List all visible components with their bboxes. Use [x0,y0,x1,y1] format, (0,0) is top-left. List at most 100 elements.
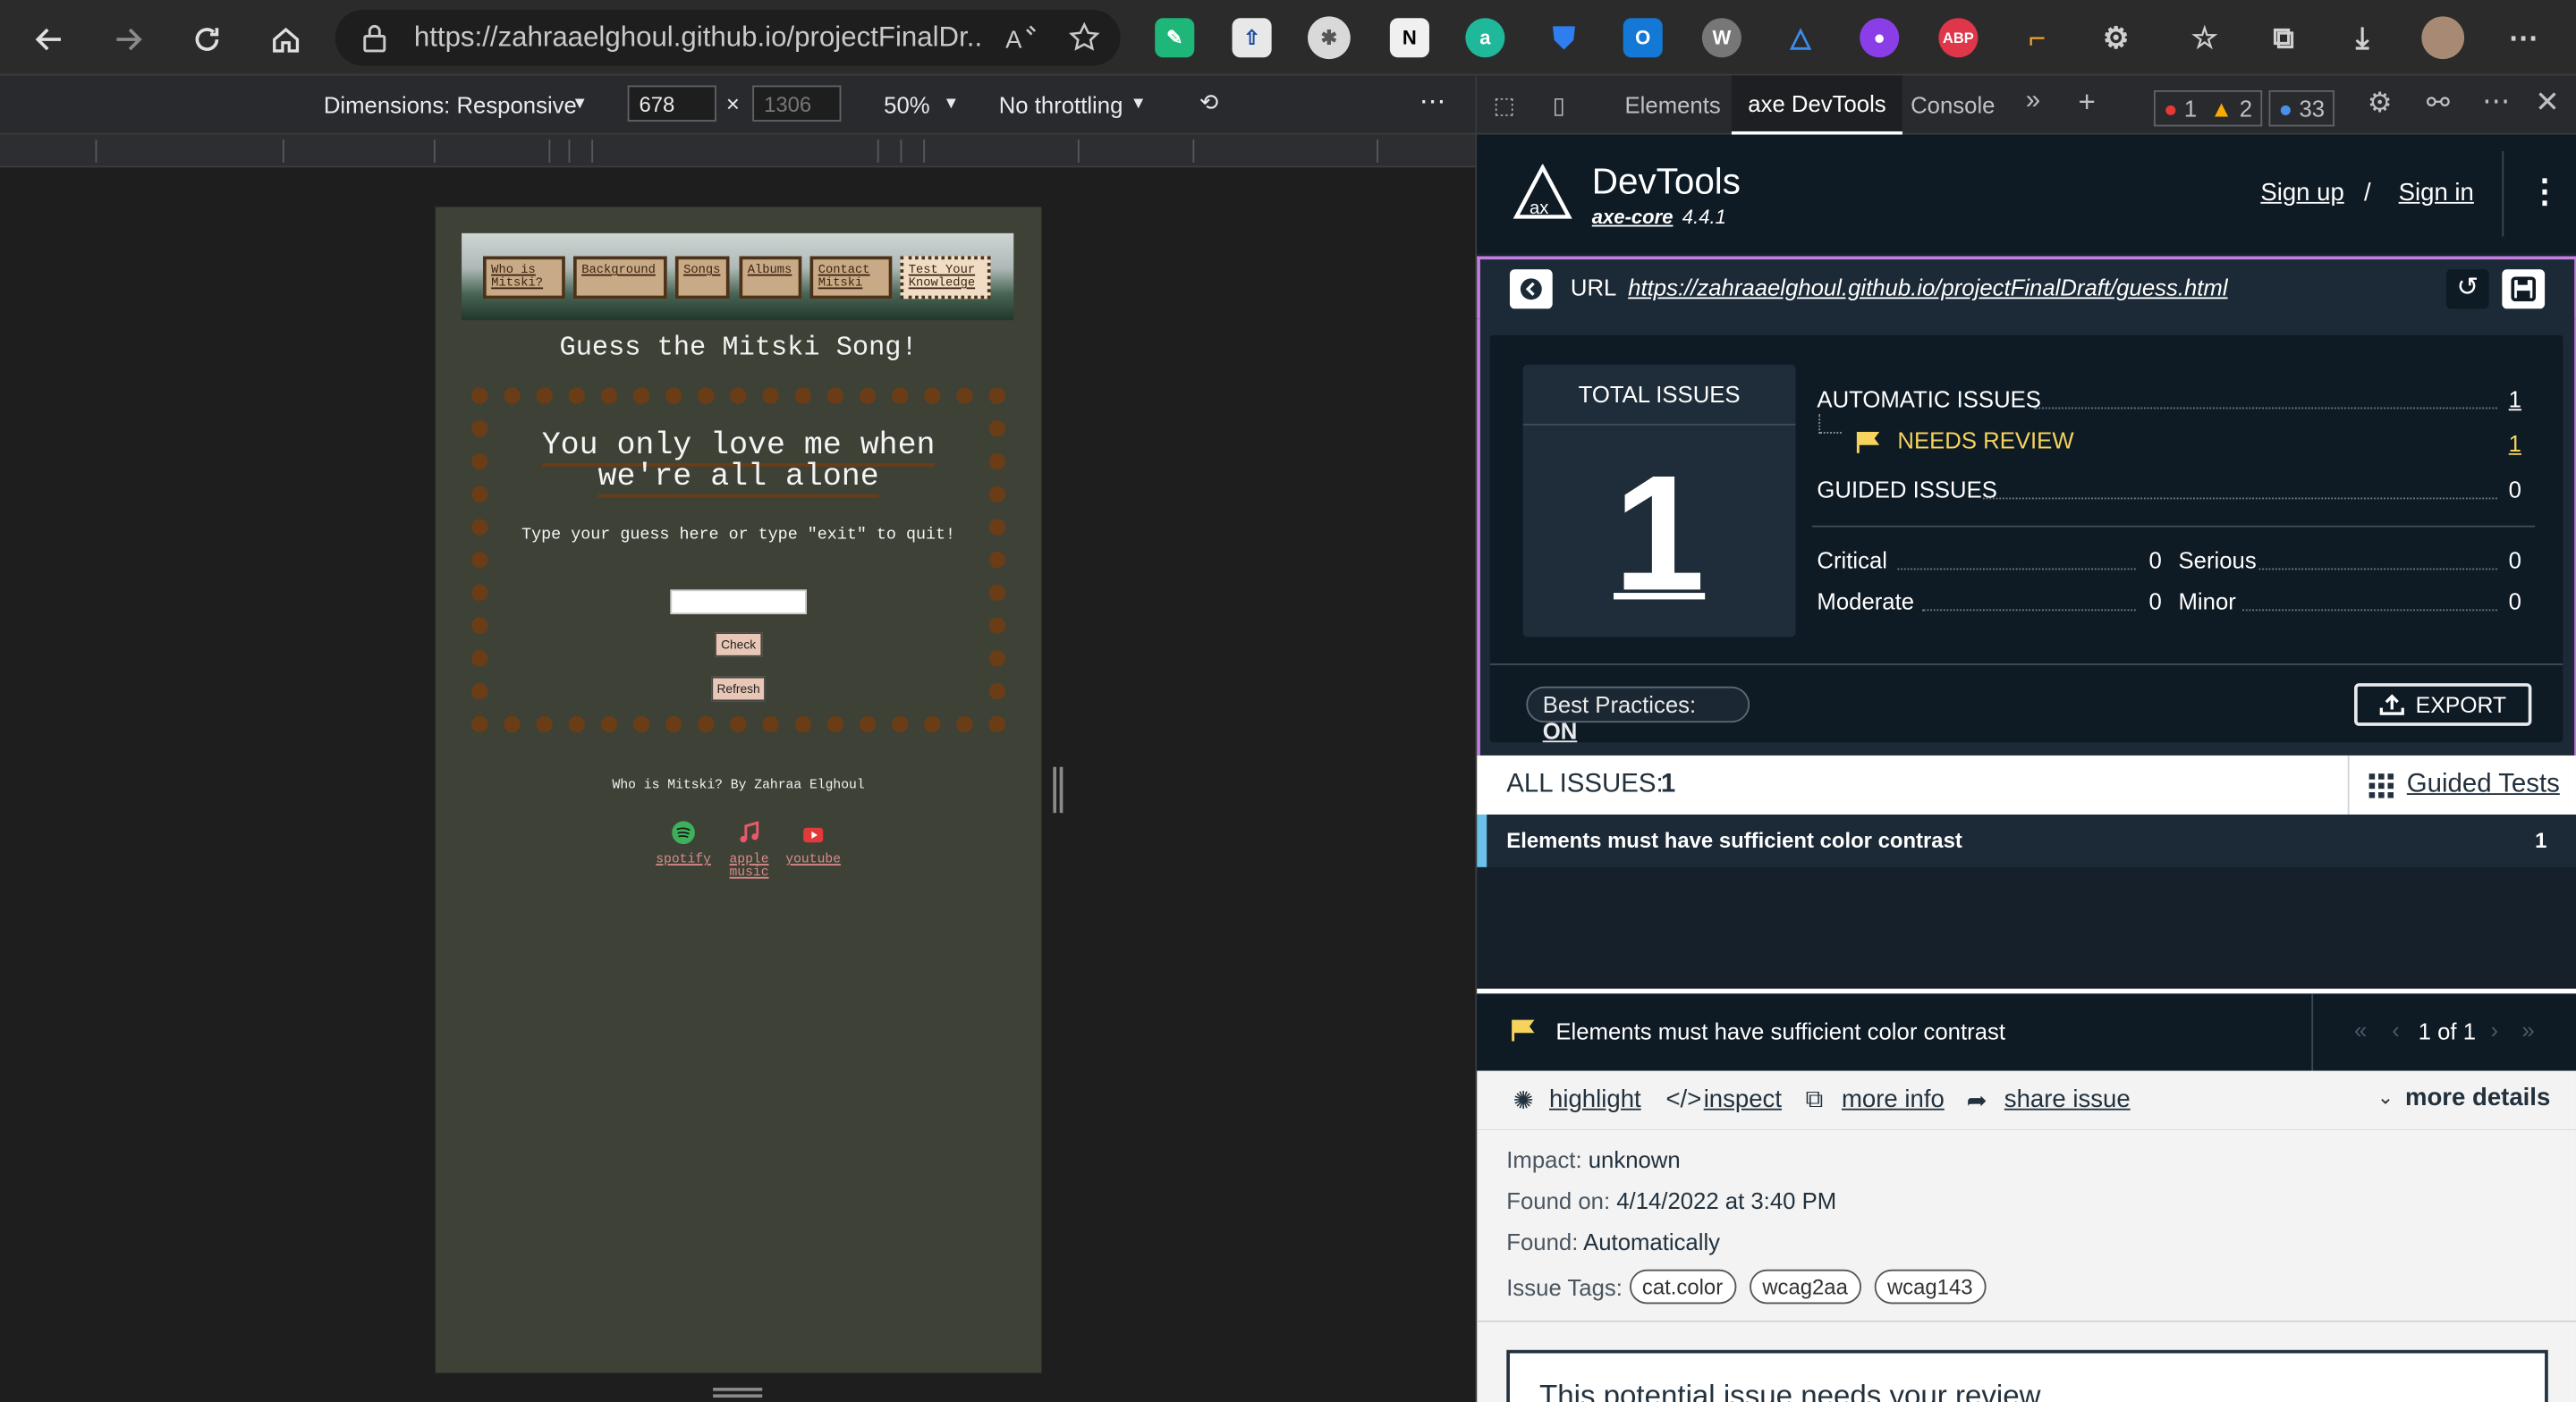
sign-in-link[interactable]: Sign in [2399,179,2474,207]
downloads-icon[interactable]: ⤓ [2343,18,2382,57]
more-options-icon[interactable]: ⋯ [2482,86,2510,119]
more-details-toggle[interactable]: more details [2405,1084,2550,1111]
inspect-link[interactable]: inspect [1704,1085,1782,1113]
collections-icon[interactable]: ⧉ [2264,18,2303,57]
tab-console[interactable]: Console [1911,92,1995,118]
extension-shield-icon[interactable]: ⛊ [1545,18,1584,57]
kebab-menu-icon[interactable]: ⋮ [2529,171,2562,212]
nav-link-background[interactable]: Background [573,256,667,300]
reload-icon[interactable] [181,13,233,66]
apple-music-link[interactable]: apple music [721,821,776,880]
device-emulation-icon[interactable]: ▯ [1553,92,1565,120]
width-input[interactable]: 678 [627,85,716,122]
share-issue-link[interactable]: share issue [2004,1085,2131,1113]
nav-link-who[interactable]: Who is Mitski? [482,256,565,300]
back-icon[interactable] [23,13,76,66]
avatar[interactable] [2421,16,2465,60]
extension-grammar-icon[interactable]: ✎ [1155,18,1195,58]
check-button[interactable]: Check [714,632,763,657]
axe-core-link[interactable]: axe-core [1592,206,1674,229]
throttle-select[interactable]: No throttling [999,92,1123,118]
add-favorite-icon[interactable] [1068,21,1101,55]
first-page-icon[interactable]: « [2354,1017,2367,1043]
bottom-resize-handle[interactable] [713,1388,763,1398]
extension-circle-icon[interactable]: ● [1860,18,1900,58]
more-options-icon[interactable]: ⋯ [1419,86,1445,119]
customize-icon[interactable]: ⚯ [2427,87,2450,120]
read-aloud-icon[interactable]: A [1005,23,1038,53]
nav-link-test[interactable]: Test Your Knowledge [900,256,991,300]
issue-list-item[interactable]: Elements must have sufficient color cont… [1477,815,2576,867]
add-tab-icon[interactable]: + [2078,86,2095,121]
prev-page-icon[interactable]: ‹ [2392,1017,2400,1043]
viewport-resize-handle[interactable] [1053,766,1063,814]
info-counter[interactable]: ● 33 [2268,90,2335,127]
dimensions-select[interactable]: Dimensions: Responsive [324,92,577,118]
tab-axe-devtools[interactable]: axe DevTools [1731,75,1903,135]
forward-icon[interactable] [102,13,155,66]
height-input[interactable]: 1306 [752,85,842,122]
export-button[interactable]: EXPORT [2354,683,2532,726]
notion-icon[interactable]: N [1389,18,1429,58]
guess-input[interactable] [670,589,807,614]
nav-link-songs[interactable]: Songs [674,256,730,300]
back-arrow-icon[interactable] [1509,269,1553,309]
nav-link-albums[interactable]: Albums [739,256,802,300]
settings-icon[interactable]: ⚙ [2368,87,2393,120]
save-icon[interactable] [2502,269,2546,309]
inspect-element-icon[interactable]: ⬚ [1494,92,1515,120]
nav-link-contact[interactable]: Contact Mitski [809,256,893,300]
lyric-prompt: You only love me when we're all alone [521,427,956,498]
issues-counter[interactable]: ● 1 ▲ 2 [2153,90,2263,127]
chevron-down-icon[interactable]: ▼ [943,96,959,114]
found-value: Automatically [1583,1228,1721,1255]
tab-elements[interactable]: Elements [1625,92,1721,118]
extension-triangle-icon[interactable]: △ [1781,18,1820,57]
extension-hammer-icon[interactable]: ⌐ [2018,18,2057,57]
spotify-link[interactable]: spotify [649,821,718,866]
home-icon[interactable] [259,13,312,66]
message-icon: ● [2278,95,2293,122]
rotate-icon[interactable]: ⟲ [1199,89,1219,116]
extensions-icon[interactable]: ⚙ [2097,18,2136,57]
chevron-down-icon[interactable]: ▼ [1131,96,1147,114]
close-devtools-icon[interactable]: ✕ [2535,86,2560,121]
automatic-issues-label: AUTOMATIC ISSUES [1817,385,2041,413]
warning-count: 2 [2239,95,2253,122]
total-issues-card: TOTAL ISSUES 1 [1522,364,1796,638]
rescan-icon[interactable]: ↺ [2445,269,2489,309]
extension-a-icon[interactable]: a [1465,18,1505,58]
address-bar[interactable]: https://zahraaelghoul.github.io/projectF… [335,10,1121,66]
adblock-plus-icon[interactable]: ABP [1938,18,1979,58]
extension-upload-icon[interactable]: ⇧ [1232,18,1272,58]
spotify-icon [649,821,718,849]
favorites-icon[interactable]: ☆ [2185,18,2224,57]
more-tabs-icon[interactable]: » [2026,87,2040,116]
automatic-issues-value[interactable]: 1 [2509,386,2521,412]
scanned-url-link[interactable]: https://zahraaelghoul.github.io/projectF… [1628,274,2227,300]
more-info-link[interactable]: more info [1842,1085,1945,1113]
media-query-ruler[interactable] [0,134,1476,168]
last-page-icon[interactable]: » [2521,1017,2534,1043]
outlook-icon[interactable]: O [1623,18,1663,58]
serious-value: 0 [2508,546,2522,574]
best-practices-toggle[interactable]: Best Practices: ON [1526,686,1750,744]
warning-icon: ▲ [2209,95,2233,122]
guided-tests-link[interactable]: Guided Tests [2407,770,2560,799]
total-issues-value[interactable]: 1 [1523,443,1796,624]
sign-up-link[interactable]: Sign up [2260,179,2343,207]
lyric-text: You only love me when we're all alone [541,427,936,498]
chevron-down-icon[interactable]: ▼ [572,96,588,114]
refresh-button[interactable]: Refresh [711,676,766,702]
youtube-link[interactable]: youtube [780,821,845,866]
needs-review-value[interactable]: 1 [2509,430,2521,456]
flag-icon [1510,1018,1539,1042]
browser-toolbar: https://zahraaelghoul.github.io/projectF… [0,0,2576,76]
extension-puzzle-icon[interactable]: ✱ [1308,16,1351,60]
next-page-icon[interactable]: › [2490,1017,2498,1043]
more-menu-icon[interactable]: ⋯ [2504,18,2543,57]
zoom-select[interactable]: 50% [884,92,929,118]
highlight-link[interactable]: highlight [1549,1085,1641,1113]
extension-w-icon[interactable]: W [1701,18,1741,58]
grid-icon[interactable] [2368,773,2394,798]
